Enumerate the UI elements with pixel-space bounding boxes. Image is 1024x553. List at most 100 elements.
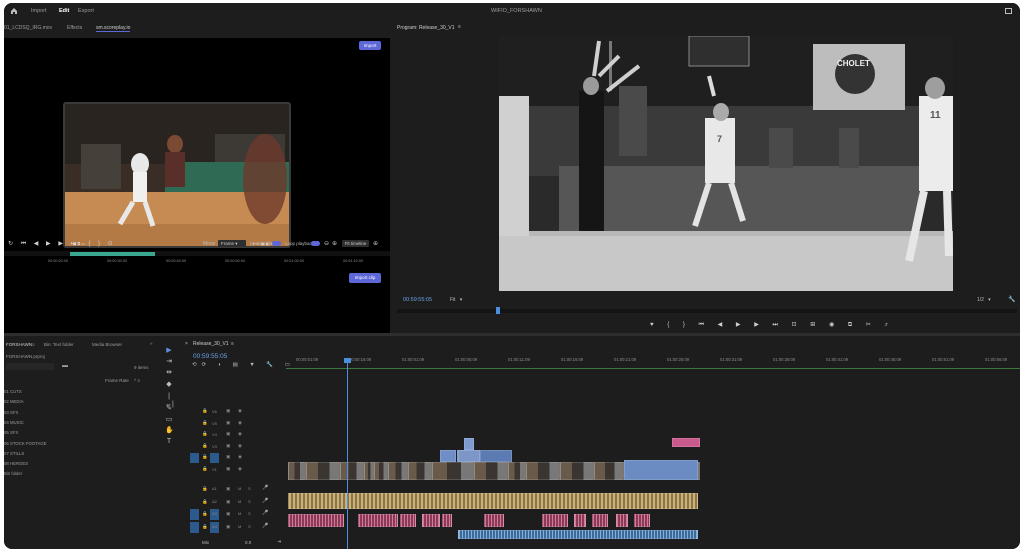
video-clip-v1[interactable] [364,462,374,480]
program-timecode[interactable]: 00:59:55:05 [403,297,432,303]
timeline-tab-menu-icon[interactable]: ≡ [231,341,234,347]
video-clip-v2[interactable] [480,450,512,462]
sync-icon[interactable]: ▣ [226,443,230,449]
razor-tool-icon[interactable]: ◆ [165,381,173,389]
ripple-edit-tool-icon[interactable]: ⇹ [165,369,173,377]
home-icon[interactable] [10,7,18,15]
eye-icon[interactable]: ◉ [238,454,242,460]
audio-clip-a3[interactable] [484,514,504,527]
video-clip-v1[interactable] [408,462,432,480]
project-search-input[interactable] [6,363,54,370]
video-clip-v1[interactable] [508,462,526,480]
track-select-tool-icon[interactable]: ⇥ [165,358,173,366]
mic-icon[interactable]: 🎤 [262,523,268,529]
project-folder-item[interactable]: 03 SFX [4,410,18,415]
mute-icon[interactable]: M [238,486,241,491]
solo-icon[interactable]: S [248,499,251,504]
eye-icon[interactable]: ◉ [238,420,242,426]
audio-clip-a3[interactable] [442,514,452,527]
timeline-playhead[interactable] [347,360,348,549]
track-target[interactable] [210,453,219,463]
expand-icon[interactable]: » [150,341,153,346]
audio-clip-a3[interactable] [400,514,416,527]
project-folder-item[interactable]: 02 MEDIA [4,399,24,404]
type-tool-icon[interactable]: T [165,438,173,446]
timeline-timecode[interactable]: 00:59:55:05 [193,353,227,360]
sync-icon[interactable]: ▣ [226,499,230,505]
mix-end-icon[interactable]: ⇥ [277,539,281,545]
project-folder-item[interactable]: 05 SFX [4,430,18,435]
source-tab-effects[interactable]: Effects [67,25,82,31]
program-fit-select[interactable]: Fit ▾ [450,297,462,303]
selection-tool-icon[interactable]: ▶ [165,347,173,355]
audio-clip-a3[interactable] [634,514,650,527]
sync-icon[interactable]: ▣ [226,511,230,517]
loop-playback-toggle[interactable] [311,241,320,246]
import-clip-button[interactable]: Import clip [349,273,381,283]
audio-clip-a3[interactable] [542,514,568,527]
sync-icon[interactable]: ▣ [226,431,230,437]
zoom-out-icon[interactable]: ⊖ [324,240,329,247]
video-clip-v2[interactable] [440,450,456,462]
video-clip-v1[interactable] [306,462,340,480]
video-clip-v1[interactable] [526,462,560,480]
wrench-icon[interactable]: 🔧 [1008,296,1015,303]
audio-source-patch[interactable] [190,509,199,520]
video-clip-v2[interactable] [458,450,480,462]
zoom-icon[interactable]: ⊕ [373,240,378,247]
program-menu-icon[interactable]: ≡ [458,24,461,30]
program-playhead[interactable] [496,307,500,314]
solo-icon[interactable]: S [248,486,251,491]
lock-icon[interactable]: 🔒 [202,466,208,472]
video-clip-v1[interactable] [374,462,388,480]
slip-tool-icon[interactable]: |↔| [165,393,174,408]
program-scale-select[interactable]: 1/2 ▾ [977,297,991,303]
audio-clip-a3[interactable] [422,514,440,527]
source-tab-clip[interactable]: 01_LCDSQ_IRG.mov [4,25,52,31]
solo-icon[interactable]: S [248,511,251,516]
mic-icon[interactable]: 🎤 [262,485,268,491]
mic-icon[interactable]: 🎤 [262,510,268,516]
project-folder-item[interactable]: 07 STILLS [4,451,24,456]
mute-icon[interactable]: M [238,499,241,504]
fullscreen-icon[interactable] [1005,8,1012,14]
lock-icon[interactable]: 🔒 [202,443,208,449]
mix-value[interactable]: 0.0 [245,540,251,545]
sync-icon[interactable]: ▣ [226,420,230,426]
source-ruler-track[interactable] [4,251,390,256]
timeline-playhead-handle[interactable] [344,358,351,363]
audio-clip-a3[interactable] [616,514,628,527]
audio-clip-a4[interactable] [458,530,698,539]
new-bin-icon[interactable]: ▬ [62,363,68,369]
project-tab-menu-icon[interactable]: ≡ [32,342,35,347]
lock-icon[interactable]: 🔒 [202,420,208,426]
sync-icon[interactable]: ▣ [226,524,230,530]
video-clip-v1[interactable] [594,462,624,480]
audio-clip-a3[interactable] [358,514,398,527]
mute-icon[interactable]: M [238,524,241,529]
pen-tool-icon[interactable]: ✎ [165,405,173,413]
video-clip-v1-blue[interactable] [624,460,698,480]
tab-import[interactable]: Import [31,8,47,14]
frame-select[interactable]: Frame ▾ [218,240,246,247]
tab-export[interactable]: Export [78,8,94,14]
lock-icon[interactable]: 🔒 [202,431,208,437]
frame-rate-column[interactable]: Frame Rate [105,378,129,383]
lock-icon[interactable]: 🔒 [202,408,208,414]
solo-icon[interactable]: S [248,524,251,529]
eye-icon[interactable]: ◉ [238,466,242,472]
lock-icon[interactable]: 🔒 [202,524,208,530]
audio-clip-a1[interactable] [288,493,698,509]
source-tab-url[interactable]: sm.scoreplay.io [96,25,131,32]
sort-icon[interactable]: ^ ≡ [134,378,140,383]
project-folder-item[interactable]: 06 STOCK FOOTAGE [4,441,47,446]
source-transport[interactable]: ↻ ⏮ ◀ ▶ ▶ ⏭ { } ⊙ [8,240,116,248]
fit-timeline-button[interactable]: Fit timeline [342,240,369,247]
timeline-tab[interactable]: Release_30_V1 [193,341,229,347]
project-folder-item[interactable]: 08 HEROES [4,461,28,466]
work-area-bar[interactable] [286,368,1020,369]
mute-icon[interactable]: M [238,511,241,516]
video-clip-v3[interactable] [464,438,474,450]
project-folder-item[interactable]: Bin folder [4,471,22,476]
timeline-close-icon[interactable]: × [185,341,188,347]
